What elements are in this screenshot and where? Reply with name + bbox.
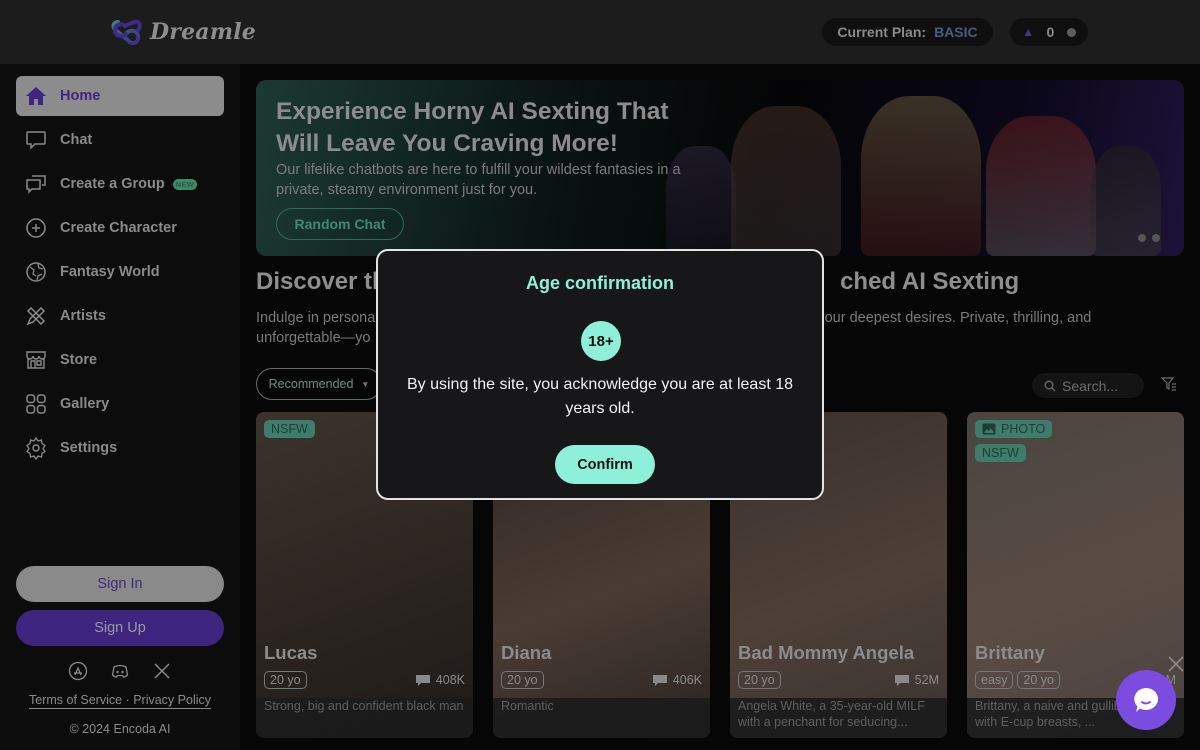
close-icon[interactable] (1167, 655, 1185, 673)
age-18-badge: 18+ (581, 321, 621, 361)
age-confirmation-modal: Age confirmation 18+ By using the site, … (376, 249, 824, 500)
chat-launcher-button[interactable] (1116, 670, 1176, 730)
modal-message: By using the site, you acknowledge you a… (406, 376, 793, 417)
modal-title: Age confirmation (525, 273, 674, 293)
confirm-button[interactable]: Confirm (555, 445, 655, 484)
chat-launcher-icon (1134, 687, 1159, 712)
